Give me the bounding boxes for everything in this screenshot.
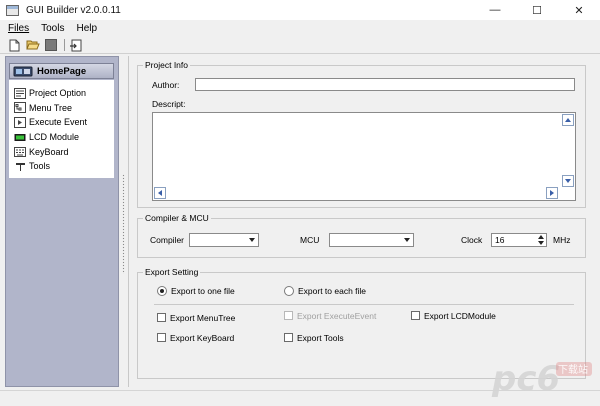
watermark: pc6 下载站 xyxy=(488,354,596,400)
compiler-select[interactable] xyxy=(189,233,259,247)
clock-unit: MHz xyxy=(553,235,571,245)
navigation-pane: HomePage Project Option Menu Tree Execut… xyxy=(5,56,119,387)
mcu-select[interactable] xyxy=(329,233,414,247)
sidebar-item-label: Tools xyxy=(29,161,51,172)
menu-bar: Files Tools Help xyxy=(0,20,600,37)
export-one-file-label[interactable]: Export to one file xyxy=(171,286,235,296)
homepage-header[interactable]: HomePage xyxy=(9,63,114,79)
lcd-module-icon xyxy=(14,132,26,143)
window-controls: — ☐ ✕ xyxy=(474,0,600,20)
app-icon xyxy=(6,4,19,16)
minimize-button[interactable]: — xyxy=(474,0,516,20)
sidebar-item-project-option[interactable]: Project Option xyxy=(9,86,114,101)
sidebar-item-label: Project Option xyxy=(29,88,87,99)
sidebar-item-label: KeyBoard xyxy=(29,146,69,157)
sidebar-item-label: Execute Event xyxy=(29,117,88,128)
menu-tree-icon xyxy=(14,102,26,114)
scroll-up-button[interactable] xyxy=(562,114,574,126)
export-tools-label[interactable]: Export Tools xyxy=(297,333,344,343)
export-one-file-radio[interactable] xyxy=(157,286,167,296)
toolbar-separator xyxy=(64,39,65,51)
chevron-down-icon xyxy=(404,238,410,242)
spinner-up-icon[interactable] xyxy=(538,235,544,239)
sidebar-item-label: Menu Tree xyxy=(29,102,73,113)
chevron-down-icon xyxy=(249,238,255,242)
svg-text:下载站: 下载站 xyxy=(558,363,588,376)
close-button[interactable]: ✕ xyxy=(558,0,600,20)
export-keyboard-checkbox[interactable] xyxy=(157,333,166,342)
divider xyxy=(154,304,574,305)
svg-text:pc6: pc6 xyxy=(491,359,560,399)
execute-event-icon xyxy=(14,116,26,128)
sidebar-item-execute-event[interactable]: Execute Event xyxy=(9,115,114,130)
author-label: Author: xyxy=(152,80,180,90)
menu-help[interactable]: Help xyxy=(76,23,97,34)
spinner-down-icon[interactable] xyxy=(538,241,544,245)
group-title: Compiler & MCU xyxy=(143,213,211,223)
export-each-file-radio[interactable] xyxy=(284,286,294,296)
scroll-left-button[interactable] xyxy=(154,187,166,199)
export-tools-checkbox[interactable] xyxy=(284,333,293,342)
sidebar-item-tools[interactable]: Tools xyxy=(9,159,114,174)
watermark-logo: pc6 下载站 xyxy=(491,359,592,399)
descript-label: Descript: xyxy=(152,99,186,109)
author-input[interactable] xyxy=(195,78,575,91)
scroll-down-button[interactable] xyxy=(562,175,574,187)
sidebar-item-label: LCD Module xyxy=(29,132,80,143)
sidebar-item-menu-tree[interactable]: Menu Tree xyxy=(9,101,114,116)
project-info-group: Project Info Author: Descript: xyxy=(137,60,586,208)
menu-tools[interactable]: Tools xyxy=(41,23,64,34)
group-title: Export Setting xyxy=(143,267,201,277)
export-lcdmodule-checkbox[interactable] xyxy=(411,311,420,320)
menu-files[interactable]: Files xyxy=(8,23,29,34)
export-each-file-label[interactable]: Export to each file xyxy=(298,286,366,296)
clock-label: Clock xyxy=(461,235,483,245)
mcu-label: MCU xyxy=(300,235,320,245)
scroll-right-button[interactable] xyxy=(546,187,558,199)
export-menutree-checkbox[interactable] xyxy=(157,313,166,322)
clock-spinbox[interactable]: 16 xyxy=(491,233,547,247)
new-file-icon[interactable] xyxy=(7,38,22,52)
pane-splitter[interactable] xyxy=(119,56,128,387)
descript-textarea[interactable] xyxy=(152,112,576,201)
export-executeevent-checkbox xyxy=(284,311,293,320)
project-option-icon xyxy=(14,87,26,99)
title-bar: GUI Builder v2.0.0.11 — ☐ ✕ xyxy=(0,0,600,20)
content-pane: Project Info Author: Descript: Compiler … xyxy=(128,56,595,387)
toolbar xyxy=(0,37,600,54)
sidebar-item-lcd-module[interactable]: LCD Module xyxy=(9,130,114,145)
compiler-label: Compiler xyxy=(150,235,185,245)
keyboard-icon xyxy=(14,146,26,157)
homepage-icon xyxy=(13,66,33,76)
export-lcdmodule-label[interactable]: Export LCDModule xyxy=(424,311,496,321)
export-icon[interactable] xyxy=(68,38,83,52)
nav-list: Project Option Menu Tree Execute Event L… xyxy=(9,80,114,178)
open-folder-icon[interactable] xyxy=(25,38,40,52)
homepage-label: HomePage xyxy=(37,65,87,77)
export-menutree-label[interactable]: Export MenuTree xyxy=(170,313,235,323)
splitter-grip[interactable] xyxy=(122,174,125,274)
compiler-mcu-group: Compiler & MCU Compiler MCU Clock 16 MHz xyxy=(137,213,586,258)
export-keyboard-label[interactable]: Export KeyBoard xyxy=(170,333,234,343)
save-icon[interactable] xyxy=(43,38,58,52)
clock-value: 16 xyxy=(495,235,505,245)
group-title: Project Info xyxy=(143,60,190,70)
window-title: GUI Builder v2.0.0.11 xyxy=(26,4,121,16)
maximize-button[interactable]: ☐ xyxy=(516,0,558,20)
sidebar-item-keyboard[interactable]: KeyBoard xyxy=(9,144,114,159)
export-executeevent-label: Export ExecuteEvent xyxy=(297,311,377,321)
tools-icon xyxy=(14,161,26,172)
